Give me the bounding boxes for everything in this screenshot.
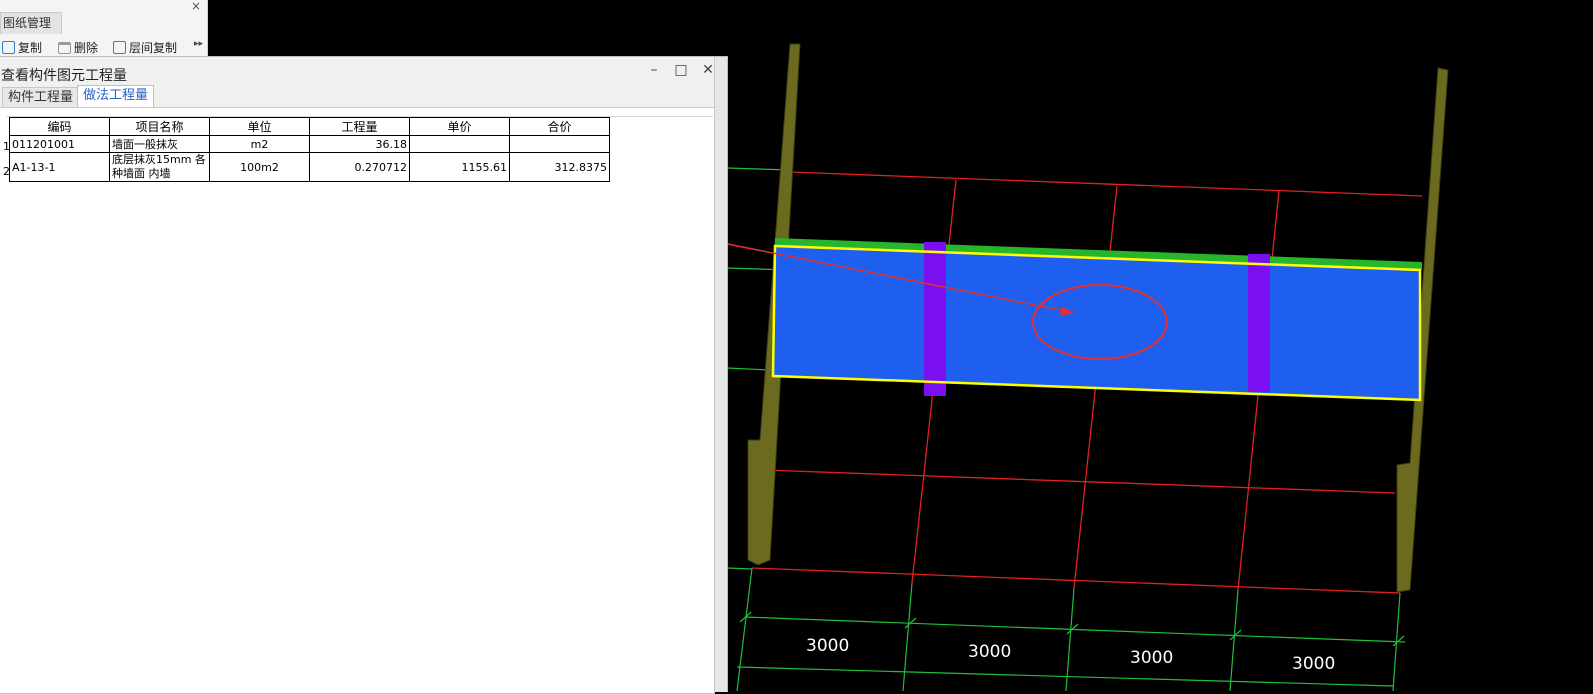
dialog-title: 查看构件图元工程量 [1, 68, 127, 84]
minimize-icon[interactable]: – [644, 62, 664, 78]
tab-method-quantity[interactable]: 做法工程量 [77, 85, 155, 109]
cell-unit[interactable]: m2 [209, 135, 310, 153]
table-row[interactable]: A1-13-1 底层抹灰15mm 各 种墙面 内墙 100m2 0.270712… [9, 152, 610, 182]
cell-total[interactable]: 312.8375 [509, 152, 610, 182]
column-header-code: 编码 [9, 117, 110, 136]
dialog-tabs: 构件工程量 做法工程量 [0, 85, 727, 109]
dimension-label: 3000 [806, 636, 850, 656]
tab-component-quantity[interactable]: 构件工程量 [2, 87, 80, 108]
cell-code[interactable]: 011201001 [9, 135, 110, 153]
trash-icon [58, 41, 71, 54]
table-header-row: 编码 项目名称 单位 工程量 单价 合价 [9, 117, 610, 136]
cell-name[interactable]: 底层抹灰15mm 各 种墙面 内墙 [109, 152, 210, 182]
quantity-dialog: 查看构件图元工程量 – □ ✕ 构件工程量 做法工程量 编码 项目名称 单位 工… [0, 56, 728, 694]
cell-name-line: 底层抹灰15mm 各 [112, 153, 206, 166]
cell-name[interactable]: 墙面一般抹灰 [109, 135, 210, 153]
cell-quantity[interactable]: 36.18 [309, 135, 410, 153]
drawing-manager-panel: × 图纸管理 复制 删除 层间复制 ▸▸ [0, 0, 208, 56]
row-number: 1 [3, 140, 10, 153]
cell-unit[interactable]: 100m2 [209, 152, 310, 182]
floor-copy-button[interactable]: 层间复制 [113, 39, 177, 56]
cell-name-line: 种墙面 内墙 [112, 167, 171, 180]
delete-button[interactable]: 删除 [58, 39, 98, 56]
cell-code[interactable]: A1-13-1 [9, 152, 110, 182]
table-row[interactable]: 011201001 墙面一般抹灰 m2 36.18 [9, 135, 610, 153]
floor-copy-label: 层间复制 [129, 41, 178, 55]
column-header-unit: 单位 [209, 117, 310, 136]
copy-icon [2, 41, 15, 54]
row-number: 2 [3, 165, 10, 178]
dimension-label: 3000 [968, 642, 1012, 662]
quantity-table: 编码 项目名称 单位 工程量 单价 合价 011201001 墙面一般抹灰 m2… [9, 117, 610, 182]
cell-total[interactable] [509, 135, 610, 153]
cell-quantity[interactable]: 0.270712 [309, 152, 410, 182]
copy-label: 复制 [18, 41, 43, 55]
delete-label: 删除 [74, 41, 99, 55]
scrollbar[interactable] [714, 57, 727, 692]
dimension-label: 3000 [1292, 654, 1336, 674]
column-header-quantity: 工程量 [309, 117, 410, 136]
drawing-manager-toolbar: 复制 删除 层间复制 ▸▸ [0, 37, 207, 55]
maximize-icon[interactable]: □ [671, 62, 691, 78]
more-icon[interactable]: ▸▸ [194, 39, 203, 49]
column-header-unit-price: 单价 [409, 117, 510, 136]
close-icon[interactable]: × [191, 0, 201, 13]
tab-content [0, 107, 715, 694]
copy-icon [113, 41, 126, 54]
column-header-name: 项目名称 [109, 117, 210, 136]
copy-button[interactable]: 复制 [2, 39, 42, 56]
dimension-label: 3000 [1130, 648, 1174, 668]
cell-unit-price[interactable]: 1155.61 [409, 152, 510, 182]
wall-face [773, 246, 1420, 400]
cell-unit-price[interactable] [409, 135, 510, 153]
column-header-total: 合价 [509, 117, 610, 136]
tab-drawing-manager[interactable]: 图纸管理 [0, 12, 62, 34]
